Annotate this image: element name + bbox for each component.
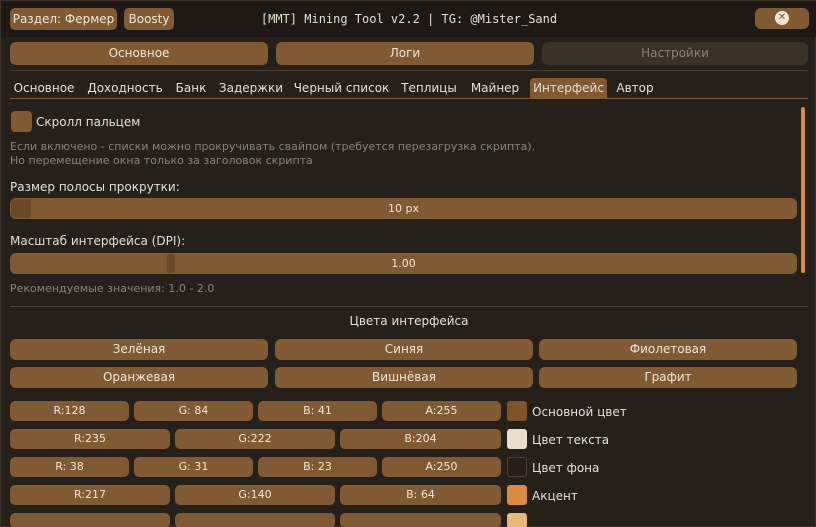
- text-color-label: Цвет текста: [532, 433, 610, 447]
- section-farmer-button[interactable]: Раздел: Фермер: [10, 8, 117, 30]
- slider-grab[interactable]: [11, 199, 31, 218]
- scroll-finger-checkbox[interactable]: [11, 111, 32, 132]
- accent-color-g[interactable]: G:140: [175, 485, 335, 505]
- bg-color-r[interactable]: R: 38: [10, 457, 129, 477]
- main-color-swatch[interactable]: [507, 401, 527, 421]
- bg-color-label: Цвет фона: [532, 461, 600, 475]
- close-button[interactable]: ✕: [755, 8, 809, 29]
- next-row-b[interactable]: [340, 513, 501, 527]
- scale-hint: Рекомендуемые значения: 1.0 - 2.0: [10, 282, 215, 295]
- tab-author[interactable]: Автор: [613, 78, 657, 98]
- next-row-swatch[interactable]: [507, 513, 527, 527]
- main-color-r[interactable]: R:128: [10, 401, 129, 421]
- accent-color-b[interactable]: B: 64: [340, 485, 501, 505]
- main-color-a[interactable]: A:255: [382, 401, 501, 421]
- bg-color-g[interactable]: G: 31: [134, 457, 253, 477]
- section-divider: [10, 70, 808, 71]
- accent-color-swatch[interactable]: [507, 485, 527, 505]
- mining-tool-window: Раздел: Фермер Boosty [MMT] Mining Tool …: [0, 0, 816, 527]
- accent-color-r[interactable]: R:217: [10, 485, 170, 505]
- tab-underline: [10, 98, 808, 99]
- tab-income[interactable]: Доходность: [85, 78, 165, 98]
- tab-bank[interactable]: Банк: [171, 78, 211, 98]
- main-color-g[interactable]: G: 84: [134, 401, 253, 421]
- section-logs-button[interactable]: Логи: [276, 42, 534, 65]
- close-icon: ✕: [775, 11, 789, 25]
- theme-orange-button[interactable]: Оранжевая: [10, 367, 268, 388]
- colors-divider: [10, 306, 808, 307]
- theme-blue-button[interactable]: Синяя: [275, 339, 533, 360]
- title-bar[interactable]: Раздел: Фермер Boosty [MMT] Mining Tool …: [1, 1, 816, 37]
- section-main-button[interactable]: Основное: [10, 42, 268, 65]
- slider-grab[interactable]: [167, 254, 175, 273]
- tab-miner[interactable]: Майнер: [467, 78, 523, 98]
- scroll-finger-label: Скролл пальцем: [36, 115, 141, 129]
- main-color-label: Основной цвет: [532, 405, 627, 419]
- next-row-g[interactable]: [175, 513, 335, 527]
- scale-slider[interactable]: 1.00: [10, 253, 797, 274]
- tab-delays[interactable]: Задержки: [217, 78, 285, 98]
- content-scrollbar[interactable]: [801, 107, 805, 273]
- text-color-swatch[interactable]: [507, 429, 527, 449]
- tab-blacklist[interactable]: Черный список: [292, 78, 391, 98]
- scrollbar-size-slider[interactable]: 10 px: [10, 198, 797, 219]
- bg-color-b[interactable]: B: 23: [258, 457, 377, 477]
- text-color-b[interactable]: B:204: [340, 429, 501, 449]
- scale-label: Масштаб интерфейса (DPI):: [10, 234, 186, 248]
- window-title: [MMT] Mining Tool v2.2 | TG: @Mister_San…: [260, 12, 558, 26]
- colors-section-title: Цвета интерфейса: [349, 314, 469, 328]
- text-color-g[interactable]: G:222: [175, 429, 335, 449]
- scale-value: 1.00: [391, 257, 416, 270]
- theme-graphite-button[interactable]: Графит: [539, 367, 797, 388]
- theme-green-button[interactable]: Зелёная: [10, 339, 268, 360]
- boosty-button[interactable]: Boosty: [124, 8, 174, 30]
- bg-color-swatch[interactable]: [507, 457, 527, 477]
- theme-cherry-button[interactable]: Вишнёвая: [275, 367, 533, 388]
- tab-greenhouses[interactable]: Теплицы: [397, 78, 461, 98]
- text-color-r[interactable]: R:235: [10, 429, 170, 449]
- main-color-b[interactable]: B: 41: [258, 401, 377, 421]
- scroll-finger-hint: Если включено - списки можно прокручиват…: [10, 140, 536, 153]
- accent-color-label: Акцент: [532, 489, 578, 503]
- next-row-r[interactable]: [10, 513, 170, 527]
- theme-purple-button[interactable]: Фиолетовая: [539, 339, 797, 360]
- scroll-finger-hint-2: Но перемещение окна только за заголовок …: [10, 154, 313, 167]
- scrollbar-size-value: 10 px: [388, 202, 419, 215]
- scrollbar-size-label: Размер полосы прокрутки:: [10, 180, 180, 194]
- tab-main[interactable]: Основное: [11, 78, 77, 98]
- tab-interface[interactable]: Интерфейс: [530, 78, 607, 98]
- section-settings-button[interactable]: Настройки: [542, 42, 808, 65]
- bg-color-a[interactable]: A:250: [382, 457, 501, 477]
